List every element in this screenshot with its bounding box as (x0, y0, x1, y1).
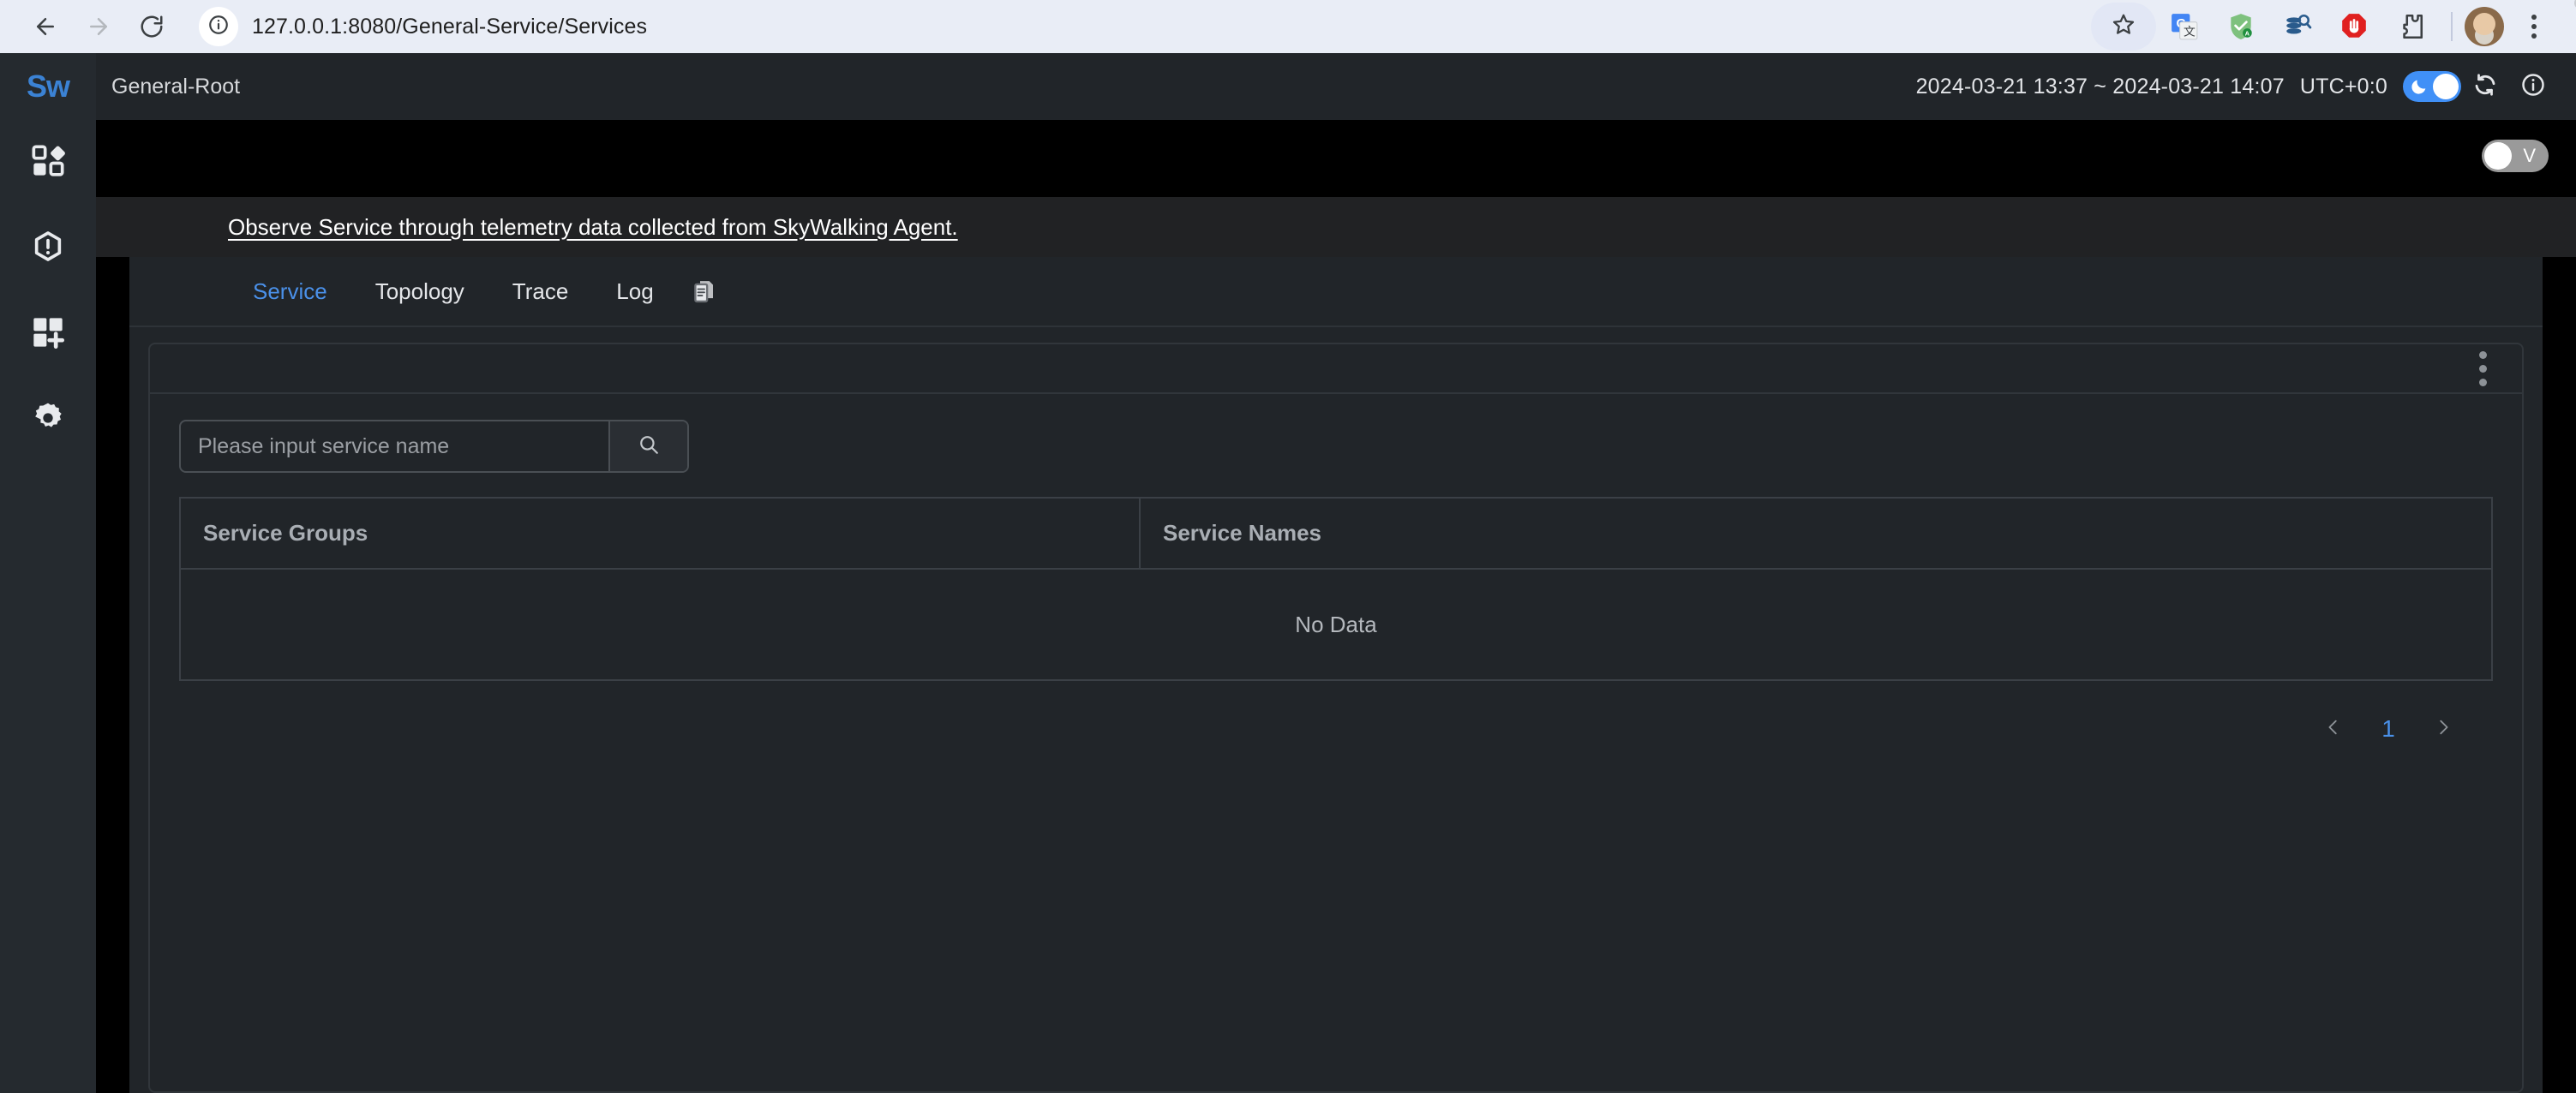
description-banner: Observe Service through telemetry data c… (96, 197, 2576, 257)
back-arrow-icon (33, 14, 58, 39)
reload-icon (139, 14, 165, 39)
tab-bar: Service Topology Trace Log (129, 257, 2543, 327)
google-translate-extension-icon[interactable]: G 文 (2156, 0, 2213, 53)
profile-avatar (2473, 13, 2495, 35)
gear-icon (31, 401, 65, 439)
search-row (179, 420, 2493, 473)
skywalking-logo[interactable]: Sw (0, 0, 2576, 120)
info-button[interactable] (2509, 63, 2557, 110)
column-header-service-groups[interactable]: Service Groups (181, 499, 1141, 568)
view-toggle[interactable]: V (2482, 140, 2549, 172)
alarm-hexagon-icon (31, 230, 65, 268)
avatar[interactable] (2465, 7, 2504, 46)
view-toggle-label: V (2523, 145, 2536, 166)
column-header-service-names[interactable]: Service Names (1141, 499, 2491, 568)
refresh-icon (2472, 72, 2498, 102)
sidebar-item-dashboard[interactable] (0, 120, 96, 206)
table-empty-state: No Data (1295, 611, 1377, 637)
timezone-label: UTC+0:0 (2299, 74, 2387, 99)
pagination: 1 (179, 681, 2493, 753)
panel-body: Service Groups Service Names No Data (150, 394, 2522, 1091)
forward-arrow-icon (86, 14, 111, 39)
grammarly-extension-icon[interactable]: A (2213, 0, 2269, 53)
moon-icon (2410, 77, 2429, 96)
sidebar-item-alarm[interactable] (0, 206, 96, 291)
services-table: Service Groups Service Names No Data (179, 497, 2493, 681)
json-viewer-extension-icon[interactable] (2269, 0, 2326, 53)
tab-service[interactable]: Service (229, 256, 351, 326)
toolbar-divider (2451, 12, 2453, 41)
view-toggle-knob (2484, 142, 2512, 170)
pagination-next-button[interactable] (2416, 705, 2471, 753)
sub-toolbar: V (96, 120, 2576, 192)
dashboard-grid-icon (31, 144, 65, 182)
site-info-icon (207, 14, 230, 40)
search-icon (638, 433, 660, 460)
reload-button[interactable] (125, 0, 178, 53)
panel-header (150, 344, 2522, 394)
tab-trace[interactable]: Trace (488, 256, 593, 326)
app-shell: Sw General-Root 2024-03-21 13:37 ~ 2024-… (0, 0, 2576, 1093)
breadcrumb: General-Root (111, 74, 241, 99)
adblock-extension-icon[interactable] (2326, 0, 2382, 53)
svg-text:文: 文 (2184, 25, 2196, 39)
pagination-prev-button[interactable] (2306, 705, 2361, 753)
pagination-page-1[interactable]: 1 (2361, 705, 2416, 753)
star-icon (2111, 12, 2136, 42)
tab-topology[interactable]: Topology (351, 256, 488, 326)
chevron-right-icon (2434, 718, 2453, 741)
sidebar-item-settings[interactable] (0, 377, 96, 463)
service-panel: Service Groups Service Names No Data (148, 343, 2524, 1093)
content-wrap: Service Topology Trace Log Please input … (96, 257, 2576, 1093)
banner-wrap: Observe Service through telemetry data c… (96, 192, 2576, 257)
theme-toggle[interactable] (2403, 71, 2461, 102)
info-icon (2520, 72, 2546, 102)
content-panel: Service Topology Trace Log Please input … (129, 257, 2543, 1093)
search-button[interactable] (608, 421, 687, 471)
back-button[interactable] (19, 0, 72, 53)
forward-button[interactable] (72, 0, 125, 53)
table-header-row: Service Groups Service Names (181, 499, 2491, 570)
copy-dashboard-icon[interactable] (678, 256, 731, 326)
main-area: General-Root 2024-03-21 13:37 ~ 2024-03-… (96, 53, 2576, 1093)
add-dashboard-icon (31, 315, 65, 354)
extensions-puzzle-icon[interactable] (2382, 0, 2439, 53)
extensions-row: G 文 A (2156, 0, 2439, 53)
time-range-picker[interactable]: 2024-03-21 13:37 ~ 2024-03-21 14:07 (1916, 75, 2285, 99)
svg-text:A: A (2245, 30, 2250, 38)
chevron-left-icon (2324, 718, 2343, 741)
browser-menu-icon[interactable] (2511, 0, 2557, 53)
sidebar: Sw (0, 0, 2576, 1093)
theme-toggle-knob (2433, 74, 2459, 99)
bookmark-button[interactable] (2091, 3, 2156, 51)
logo-text: Sw (26, 69, 70, 104)
refresh-button[interactable] (2461, 63, 2509, 110)
banner-link[interactable]: Observe Service through telemetry data c… (228, 214, 958, 241)
tab-log[interactable]: Log (592, 256, 677, 326)
top-bar-controls: 2024-03-21 13:37 ~ 2024-03-21 14:07 UTC+… (1916, 63, 2557, 110)
vertical-dots-icon[interactable] (2465, 349, 2500, 387)
panel-area: Service Groups Service Names No Data (129, 327, 2543, 1093)
top-bar: General-Root 2024-03-21 13:37 ~ 2024-03-… (96, 53, 2576, 120)
search-input[interactable] (181, 421, 608, 471)
sidebar-item-new-dashboard[interactable] (0, 291, 96, 377)
address-bar[interactable]: 127.0.0.1:8080/General-Service/Services (190, 7, 2091, 46)
browser-toolbar: 127.0.0.1:8080/General-Service/Services … (0, 0, 2576, 53)
search-box (179, 420, 689, 473)
site-info-button[interactable] (199, 7, 238, 46)
url-text: 127.0.0.1:8080/General-Service/Services (252, 14, 648, 39)
